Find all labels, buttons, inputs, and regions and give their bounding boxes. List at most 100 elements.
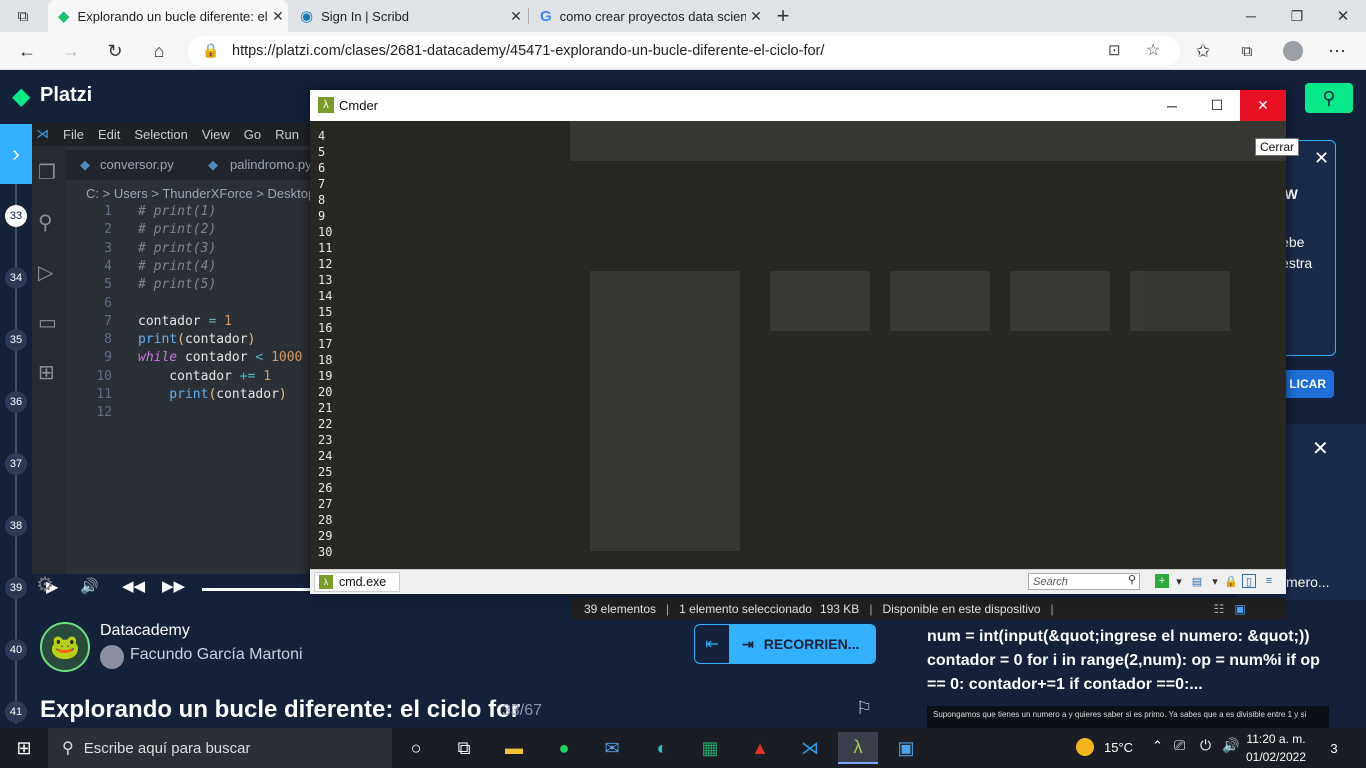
window-restore-icon[interactable]: ❐ (1282, 1, 1312, 31)
code-token: while (138, 350, 178, 366)
previous-class-button[interactable]: ⇤ (694, 624, 730, 664)
layout-icon[interactable]: ▯ (1242, 574, 1256, 588)
windows-taskbar: ⊞ ⚲ Escribe aquí para buscar ○ ⧉ ▬ ● ✉ ◐… (0, 728, 1366, 768)
reload-icon[interactable]: ↻ (100, 36, 130, 66)
profile-avatar-icon[interactable] (1278, 36, 1308, 66)
lesson-dot[interactable]: 35 (5, 329, 27, 351)
platzi-favicon-icon: ◆ (58, 8, 70, 25)
learning-snippet[interactable]: mero... (1286, 574, 1330, 590)
terminal-output[interactable]: 4 5 6 7 8 9 10 11 12 13 14 15 16 17 18 19 20 21 22 23 24 25 26… (310, 121, 1286, 569)
tab-close-icon[interactable]: ✕ (506, 8, 526, 25)
lesson-dot[interactable]: 40 (5, 639, 27, 661)
console-tab[interactable]: λ cmd.exe (314, 572, 400, 592)
windows-start-icon[interactable]: ⊞ (0, 728, 48, 768)
vscode-icon[interactable]: ⋊ (790, 732, 830, 764)
close-button[interactable]: ✕ (1240, 90, 1286, 121)
close-icon[interactable]: ✕ (1312, 436, 1329, 461)
window-minimize-icon[interactable]: ─ (1236, 1, 1266, 31)
reader-view-icon[interactable]: ⊡ (1108, 41, 1121, 59)
lesson-dot[interactable]: 38 (5, 515, 27, 537)
tab-actions-icon[interactable]: ⧉ (8, 1, 38, 31)
comment-text[interactable]: num = int(input(&quot;ingrese el numero:… (927, 625, 1327, 697)
new-tab-button[interactable]: + (768, 1, 798, 31)
taskbar-search-placeholder: Escribe aquí para buscar (83, 739, 251, 757)
close-icon[interactable]: ✕ (1314, 148, 1329, 169)
tab-scribd[interactable]: ◉ Sign In | Scribd ✕ (290, 0, 526, 32)
cortana-icon[interactable]: ○ (396, 732, 436, 764)
lock-icon[interactable]: 🔒 (1224, 574, 1238, 588)
system-clock[interactable]: 11:20 a. m. 01/02/2022 (1244, 730, 1308, 766)
line-number: 3 (104, 240, 112, 256)
volume-icon[interactable]: 🔊 (80, 577, 99, 595)
course-name[interactable]: Datacademy (100, 622, 190, 640)
notifications-button[interactable]: 3 (1316, 736, 1352, 760)
photos-icon[interactable]: ▣ (886, 732, 926, 764)
add-favorite-icon[interactable]: ☆ (1146, 40, 1160, 60)
power-icon[interactable]: ⏻ (1200, 737, 1211, 754)
search-button[interactable]: ⚲ (1305, 83, 1353, 113)
line-number: 6 (104, 295, 112, 311)
teacher-name[interactable]: Facundo García Martoni (130, 646, 303, 664)
home-icon[interactable]: ⌂ (144, 36, 174, 66)
large-icons-view-icon[interactable]: ▣ (1234, 602, 1245, 616)
task-view-icon[interactable]: ⧉ (444, 732, 484, 764)
split-icon[interactable]: ▤ (1190, 574, 1204, 588)
excel-icon[interactable]: ▦ (690, 732, 730, 764)
cmder-window[interactable]: λ Cmder ─ ☐ ✕ 4 5 6 7 8 9 10 11 12 13 14 15 16 17 18 19… (310, 90, 1286, 594)
arrow-right-bar-icon: ⇥ (742, 635, 754, 652)
lesson-dot[interactable]: 33 (5, 205, 27, 227)
url-field[interactable]: 🔒 https://platzi.com/clases/2681-datacad… (188, 36, 1180, 66)
maximize-button[interactable]: ☐ (1194, 90, 1240, 121)
spotify-icon[interactable]: ● (544, 732, 584, 764)
network-icon[interactable]: ⎚ (1174, 737, 1185, 754)
file-explorer-icon[interactable]: ▬ (494, 732, 534, 764)
tab-close-icon[interactable]: ✕ (746, 8, 766, 25)
terminal-line: 23 (318, 433, 333, 447)
forward-icon[interactable]: → (56, 36, 86, 66)
tab-close-icon[interactable]: ✕ (268, 8, 288, 25)
new-console-icon[interactable]: + (1155, 574, 1169, 588)
chevron-up-icon[interactable]: ⌃ (1152, 738, 1163, 754)
weather-widget[interactable]: 15°C (1076, 738, 1133, 756)
lesson-dot[interactable]: 37 (5, 453, 27, 475)
tab-google[interactable]: G como crear proyectos data science ✕ (530, 0, 766, 32)
sidebar-expand-button[interactable]: › (0, 124, 32, 184)
cmder-titlebar[interactable]: λ Cmder ─ ☐ ✕ (310, 90, 1286, 121)
next-class-label: RECORRIEN... (763, 636, 860, 652)
minimize-button[interactable]: ─ (1149, 90, 1195, 121)
video-progress-bar[interactable] (202, 588, 312, 591)
video-player[interactable]: ⋊ File Edit Selection View Go Run ❐ ⚲ ▷ … (32, 122, 326, 602)
code-token: 1 (224, 313, 232, 329)
code-line: 11 print(contador) (66, 387, 286, 405)
dropdown-icon[interactable]: ▾ (1208, 574, 1222, 588)
lesson-dot[interactable]: 34 (5, 267, 27, 289)
more-options-icon[interactable]: ⋯ (1322, 36, 1352, 66)
menu-icon[interactable]: ≡ (1262, 574, 1276, 588)
fast-forward-icon[interactable]: ▶▶ (162, 577, 185, 595)
dropdown-icon[interactable]: ▾ (1172, 574, 1186, 588)
tab-platzi[interactable]: ◆ Explorando un bucle diferente: el cicl… (48, 0, 288, 32)
settings-gear-icon[interactable]: ⚙ (36, 572, 54, 597)
favorites-icon[interactable]: ✩ (1188, 36, 1218, 66)
next-class-button[interactable]: ⇥ RECORRIEN... (730, 624, 876, 664)
edge-browser-icon[interactable]: ◐ (642, 732, 682, 764)
lesson-dot[interactable]: 36 (5, 391, 27, 413)
volume-icon[interactable]: 🔊 (1222, 737, 1239, 754)
search-input[interactable]: Search (1028, 573, 1140, 590)
vscode-activity-bar: ❐ ⚲ ▷ ▭ ⊞ (32, 146, 66, 576)
rewind-icon[interactable]: ◀◀ (122, 577, 145, 595)
mail-app-icon[interactable]: ✉ (592, 732, 632, 764)
collections-icon[interactable]: ⧉ (1232, 36, 1262, 66)
taskbar-search-input[interactable]: ⚲ Escribe aquí para buscar (48, 728, 392, 768)
lesson-dot[interactable]: 39 (5, 577, 27, 599)
course-badge-icon[interactable]: 🐸 (40, 622, 90, 672)
details-view-icon[interactable]: ☷ (1214, 602, 1225, 616)
window-close-icon[interactable]: ✕ (1328, 1, 1358, 31)
terminal-line: 14 (318, 289, 333, 303)
report-flag-icon[interactable]: ⚐ (856, 698, 872, 719)
platzi-logo[interactable]: Platzi (40, 84, 92, 107)
cmder-taskbar-icon[interactable]: λ (838, 732, 878, 764)
acrobat-icon[interactable]: ▲ (740, 732, 780, 764)
back-icon[interactable]: ← (12, 36, 42, 66)
lesson-dot[interactable]: 41 (5, 701, 27, 723)
